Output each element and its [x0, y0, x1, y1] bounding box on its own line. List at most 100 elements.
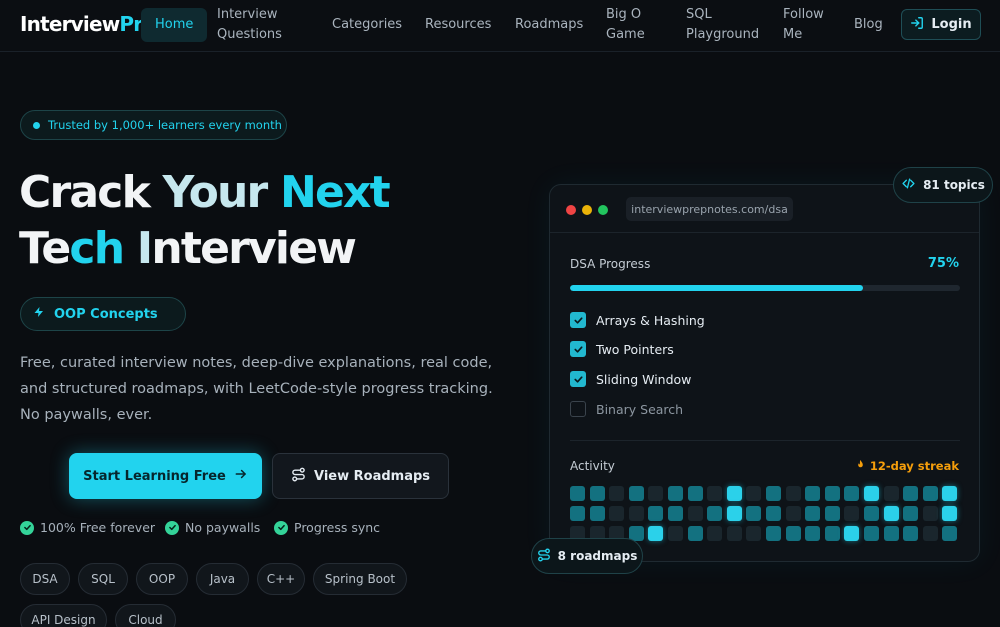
title-word-tech-b: ch — [69, 223, 137, 274]
activity-cell — [609, 486, 625, 501]
activity-cell — [942, 506, 958, 521]
view-roadmaps-label: View Roadmaps — [313, 468, 431, 484]
roadmaps-count-label: 8 roadmaps — [557, 549, 638, 563]
activity-cell — [668, 506, 683, 521]
tag-cloud[interactable]: Cloud — [115, 604, 176, 627]
title-word-crack: Crack — [19, 167, 163, 218]
roadmaps-count-pill: 8 roadmaps — [531, 538, 643, 574]
nav-big-o-game[interactable]: Big O Game — [606, 5, 645, 45]
tag-spring-boot[interactable]: Spring Boot — [313, 563, 407, 595]
activity-cell — [883, 486, 899, 501]
activity-cell — [903, 526, 919, 541]
activity-cell — [864, 486, 879, 501]
check-circle-icon — [274, 520, 288, 535]
login-button[interactable]: Login — [901, 9, 981, 40]
checklist-label: Arrays & Hashing — [596, 312, 705, 328]
perk-free: 100% Free forever — [20, 520, 155, 535]
nav-follow-me[interactable]: Follow Me — [783, 5, 824, 45]
card-url-bar: interviewprepnotes.com/dsa — [626, 197, 793, 221]
checkbox-checked-icon[interactable] — [570, 312, 586, 328]
activity-cell — [844, 506, 860, 521]
arrow-right-icon — [234, 467, 248, 485]
activity-cell — [648, 526, 664, 541]
progress-fill — [570, 285, 863, 291]
nav-blog[interactable]: Blog — [854, 15, 883, 35]
tag-dsa[interactable]: DSA — [20, 563, 70, 595]
activity-cell — [628, 486, 644, 501]
activity-cell — [648, 486, 664, 501]
activity-cell — [883, 506, 899, 521]
tag-api-design[interactable]: API Design — [20, 604, 107, 627]
activity-cell — [785, 526, 801, 541]
activity-cell — [942, 486, 958, 501]
nav-interview-questions[interactable]: Interview Questions — [217, 5, 282, 45]
description-line: and structured roadmaps, with LeetCode-s… — [20, 381, 493, 397]
checkbox-unchecked-icon[interactable] — [570, 401, 586, 417]
checklist-item[interactable]: Arrays & Hashing — [570, 312, 705, 328]
activity-cell — [609, 506, 625, 521]
code-icon — [901, 177, 916, 193]
hero-description: Free, curated interview notes, deep-dive… — [20, 350, 500, 428]
tag-oop[interactable]: OOP — [136, 563, 188, 595]
trusted-badge: Trusted by 1,000+ learners every month — [20, 110, 287, 140]
start-learning-label: Start Learning Free — [83, 468, 226, 484]
activity-cell — [687, 526, 703, 541]
tag-java[interactable]: Java — [196, 563, 249, 595]
activity-cell — [687, 486, 703, 501]
nav-home[interactable]: Home — [141, 8, 208, 42]
checklist-item[interactable]: Binary Search — [570, 401, 683, 417]
perk-label: 100% Free forever — [40, 520, 156, 535]
nav-sql-playground[interactable]: SQL Playground — [686, 5, 759, 45]
check-circle-icon — [165, 520, 179, 535]
perk-no-paywalls: No paywalls — [165, 520, 260, 535]
route-icon — [537, 547, 551, 565]
activity-cell — [628, 506, 644, 521]
activity-cell — [766, 486, 781, 501]
activity-cell — [687, 506, 703, 521]
checkbox-checked-icon[interactable] — [570, 371, 586, 387]
checklist-item[interactable]: Two Pointers — [570, 341, 674, 357]
activity-cell — [726, 526, 742, 541]
activity-cell — [824, 486, 840, 501]
perk-progress-sync: Progress sync — [274, 520, 380, 535]
activity-cell — [668, 526, 683, 541]
activity-label: Activity — [570, 459, 615, 473]
activity-cell — [746, 506, 762, 521]
activity-cell — [707, 486, 723, 501]
activity-cell — [922, 486, 938, 501]
tag-sql[interactable]: SQL — [78, 563, 128, 595]
activity-cell — [922, 526, 938, 541]
progress-label: DSA Progress — [570, 257, 651, 271]
activity-cell — [805, 506, 821, 521]
window-maximize-dot-icon — [598, 205, 608, 215]
trusted-badge-text: Trusted by 1,000+ learners every month — [48, 118, 282, 132]
activity-cell — [766, 506, 781, 521]
checklist-item[interactable]: Sliding Window — [570, 371, 691, 387]
activity-cell — [746, 486, 762, 501]
activity-cell — [726, 506, 742, 521]
start-learning-button[interactable]: Start Learning Free — [69, 453, 262, 499]
activity-cell — [570, 486, 585, 501]
hero-title: Crack Your Next Tech Interview — [19, 165, 391, 277]
title-word-your: Your — [162, 167, 280, 218]
tag-cpp[interactable]: C++ — [257, 563, 305, 595]
title-word-interview-a: I — [136, 223, 153, 274]
checklist-label: Binary Search — [596, 401, 684, 417]
activity-heatmap — [570, 486, 962, 542]
activity-cell — [589, 506, 605, 521]
activity-cell — [864, 506, 879, 521]
activity-cell — [922, 506, 938, 521]
activity-cell — [903, 506, 919, 521]
activity-cell — [785, 486, 801, 501]
progress-preview-card: interviewprepnotes.com/dsa DSA Progress … — [549, 184, 980, 562]
status-dot-icon — [33, 121, 40, 129]
nav-roadmaps[interactable]: Roadmaps — [515, 15, 583, 35]
nav-categories[interactable]: Categories — [332, 15, 402, 35]
nav-resources[interactable]: Resources — [425, 15, 491, 35]
checkbox-checked-icon[interactable] — [570, 341, 586, 357]
description-line: Free, curated interview notes, deep-dive… — [20, 355, 493, 371]
activity-cell — [648, 506, 664, 521]
title-word-interview-b: nterview — [151, 223, 357, 274]
check-circle-icon — [20, 520, 34, 535]
view-roadmaps-button[interactable]: View Roadmaps — [272, 453, 449, 499]
